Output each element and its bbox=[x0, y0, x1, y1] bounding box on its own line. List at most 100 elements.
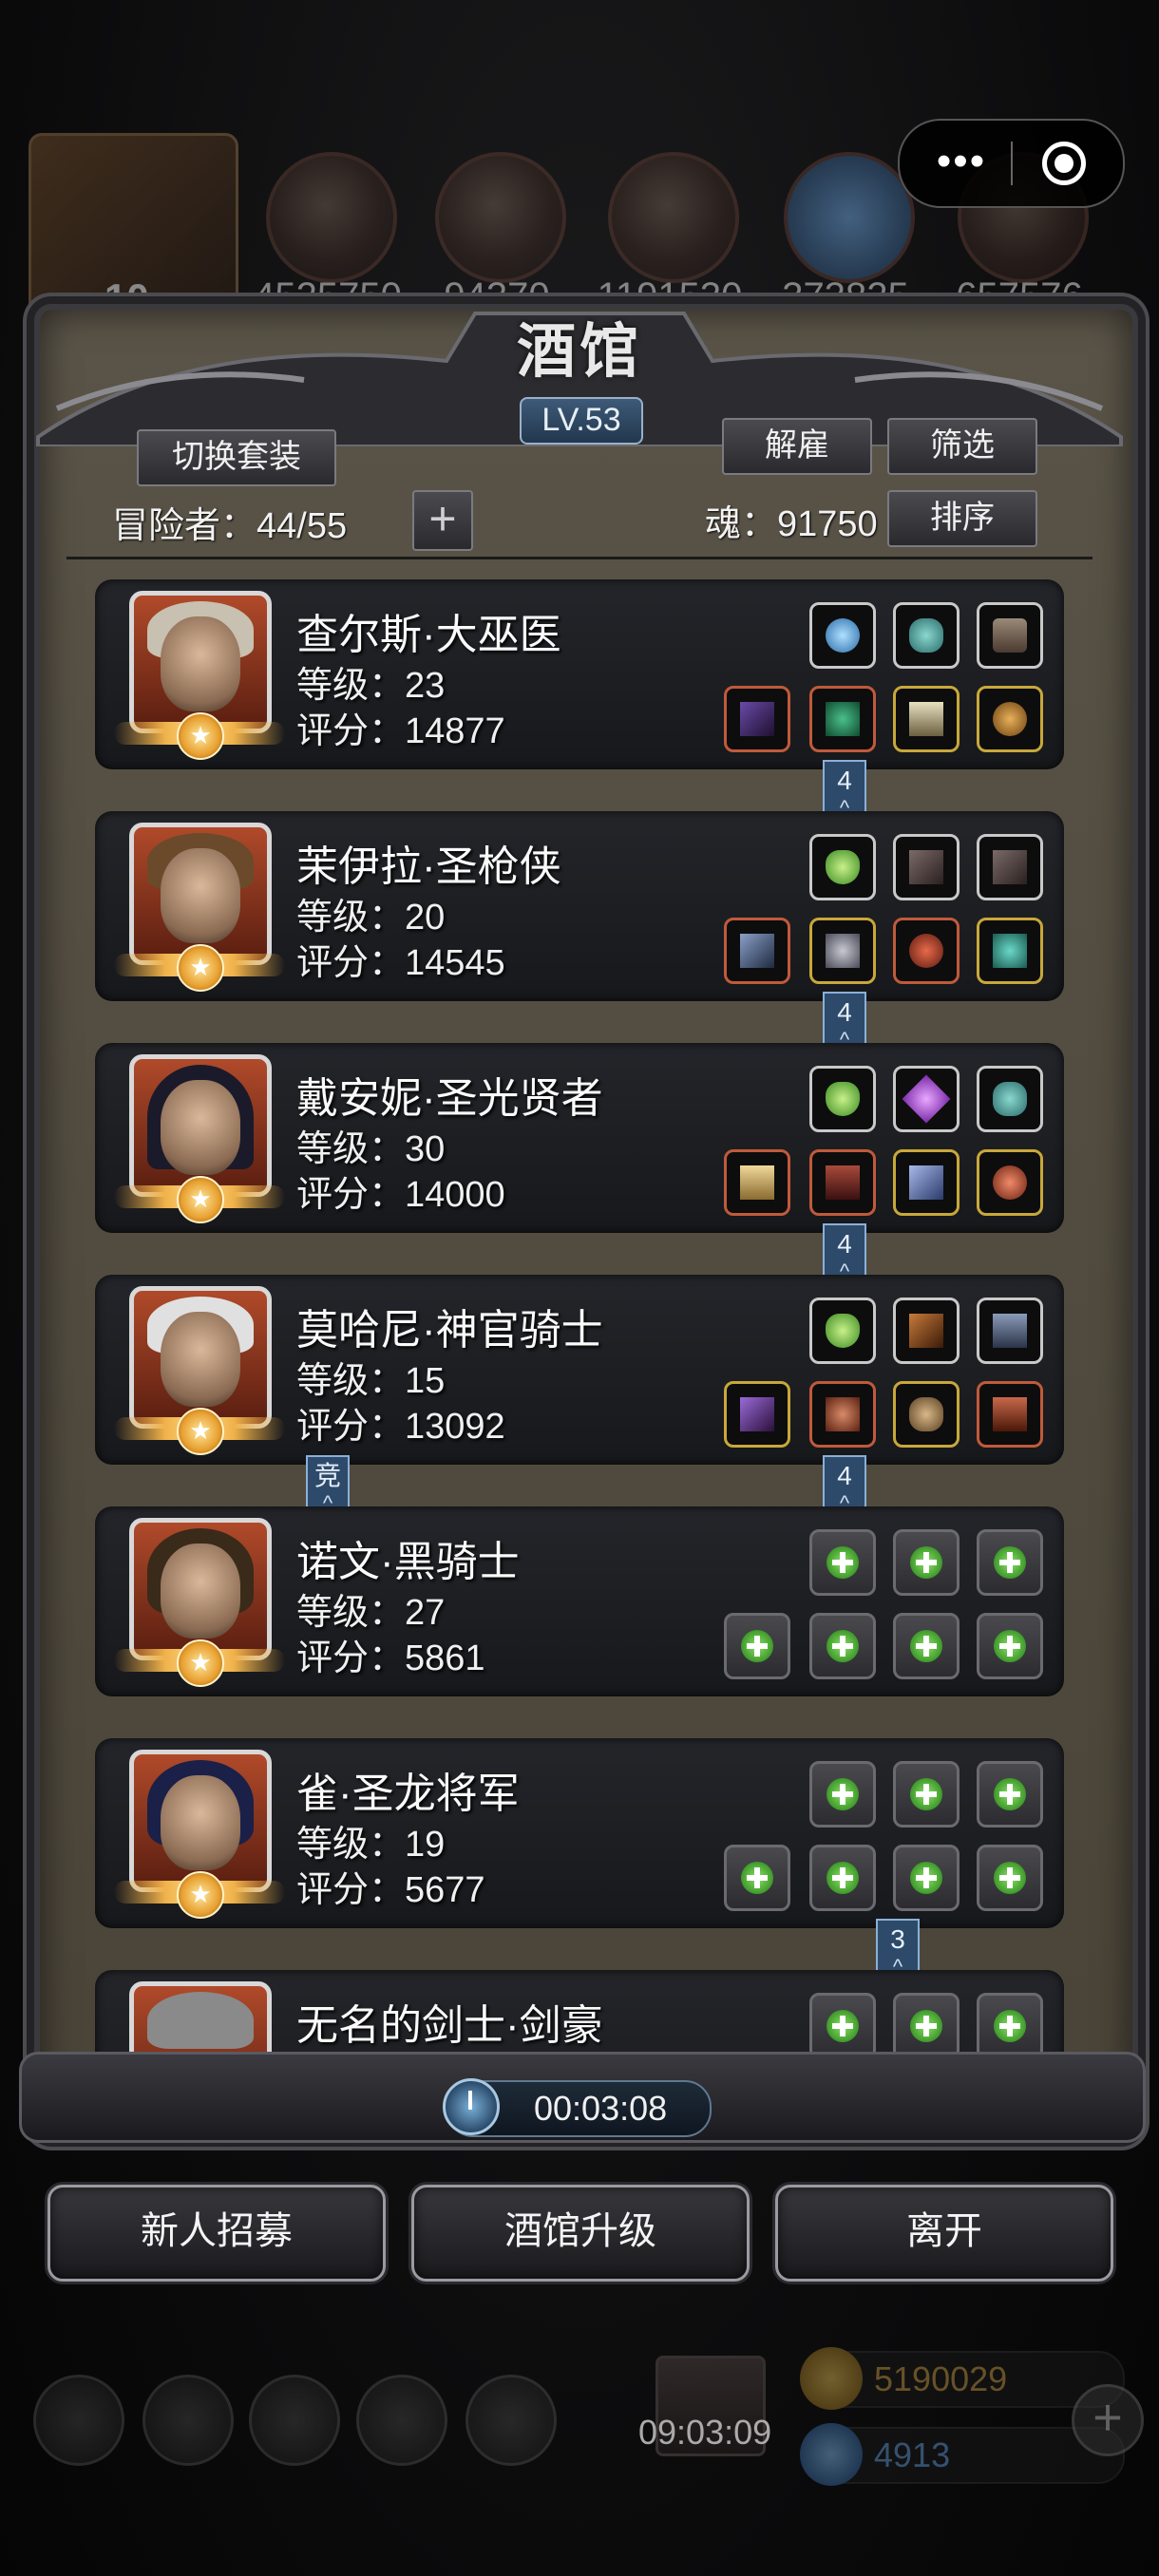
hero-card[interactable]: ★ 查尔斯·大巫医 等级：23 评分：14877 bbox=[95, 579, 1064, 769]
dismiss-button[interactable]: 解雇 bbox=[722, 418, 872, 475]
star-icon: ★ bbox=[177, 944, 224, 992]
close-target-icon[interactable] bbox=[1042, 142, 1086, 185]
robe-item-icon[interactable] bbox=[809, 1149, 876, 1216]
add-currency-icon: + bbox=[1072, 2384, 1144, 2456]
heart-amulet-icon[interactable] bbox=[977, 1149, 1043, 1216]
wand-rune-icon[interactable] bbox=[893, 1297, 960, 1364]
arena-tag: 竞 bbox=[306, 1455, 350, 1514]
add-rune-slot-icon[interactable] bbox=[809, 1761, 876, 1828]
green-crystal-icon[interactable] bbox=[809, 834, 876, 900]
hero-level: 等级：15 bbox=[296, 1361, 446, 1401]
star-icon: ★ bbox=[177, 712, 224, 760]
gear-count-tag: 4 bbox=[823, 1223, 866, 1282]
expand-capacity-button[interactable]: + bbox=[412, 490, 473, 551]
add-rune-slot-icon[interactable] bbox=[809, 1993, 876, 2052]
add-rune-slot-icon[interactable] bbox=[809, 1529, 876, 1596]
hero-score: 评分：13092 bbox=[296, 1407, 505, 1447]
purple-gem-icon[interactable] bbox=[893, 1066, 960, 1132]
wood-resource-icon bbox=[435, 152, 566, 283]
robe-item-icon[interactable] bbox=[809, 686, 876, 752]
bottom-hud: 5190029 4913 bbox=[0, 2346, 1159, 2536]
meat-resource-icon bbox=[266, 152, 397, 283]
add-accessory-slot-icon[interactable] bbox=[893, 1613, 960, 1679]
add-rune-slot-icon[interactable] bbox=[977, 1761, 1043, 1828]
gear-count-tag: 4 bbox=[823, 760, 866, 819]
recruit-button[interactable]: 新人招募 bbox=[48, 2185, 386, 2282]
hero-name: 茉伊拉·圣枪侠 bbox=[296, 843, 561, 890]
hammer-item-icon[interactable] bbox=[724, 1149, 790, 1216]
hero-name: 雀·圣龙将军 bbox=[296, 1771, 520, 1817]
leave-button[interactable]: 离开 bbox=[775, 2185, 1113, 2282]
hero-score: 评分：14877 bbox=[296, 711, 505, 751]
hero-name: 莫哈尼·神官骑士 bbox=[296, 1307, 603, 1354]
add-rune-slot-icon[interactable] bbox=[977, 1529, 1043, 1596]
add-rune-slot-icon[interactable] bbox=[893, 1993, 960, 2052]
iron-resource-icon bbox=[608, 152, 739, 283]
bracer-item-icon[interactable] bbox=[977, 918, 1043, 984]
add-weapon-slot-icon[interactable] bbox=[724, 1613, 790, 1679]
hero-level: 等级：30 bbox=[296, 1129, 446, 1169]
sort-button[interactable]: 排序 bbox=[887, 490, 1037, 547]
ring-item-icon[interactable] bbox=[977, 686, 1043, 752]
filter-button[interactable]: 筛选 bbox=[887, 418, 1037, 475]
green-crystal-icon[interactable] bbox=[809, 1066, 876, 1132]
miniprogram-capsule: ••• bbox=[898, 119, 1125, 208]
add-weapon-slot-icon[interactable] bbox=[724, 1845, 790, 1911]
green-crystal-icon[interactable] bbox=[809, 1297, 876, 1364]
hero-portrait bbox=[129, 1981, 272, 2052]
hero-name: 戴安妮·圣光贤者 bbox=[296, 1075, 603, 1122]
hero-card[interactable]: ★ 诺文·黑骑士 等级：27 评分：5861 bbox=[95, 1506, 1064, 1696]
star-icon: ★ bbox=[177, 1176, 224, 1223]
more-icon[interactable]: ••• bbox=[928, 138, 995, 185]
hero-level: 等级：19 bbox=[296, 1825, 446, 1865]
armor-item-icon[interactable] bbox=[809, 918, 876, 984]
achievement-icon bbox=[142, 2375, 234, 2466]
armor-item-icon[interactable] bbox=[809, 1381, 876, 1448]
add-rune-slot-icon[interactable] bbox=[893, 1529, 960, 1596]
skull-item-icon[interactable] bbox=[893, 1381, 960, 1448]
add-armor-slot-icon[interactable] bbox=[809, 1613, 876, 1679]
hero-score: 评分：5677 bbox=[296, 1870, 485, 1910]
guild-icon bbox=[249, 2375, 340, 2466]
trident-item-icon[interactable] bbox=[893, 1149, 960, 1216]
hero-card[interactable]: 无名的剑士·剑豪 bbox=[95, 1970, 1064, 2052]
star-icon: ★ bbox=[177, 1408, 224, 1455]
add-accessory-slot-icon[interactable] bbox=[893, 1845, 960, 1911]
hero-card[interactable]: ★ 茉伊拉·圣枪侠 等级：20 评分：14545 bbox=[95, 811, 1064, 1001]
spear-item-icon[interactable] bbox=[724, 918, 790, 984]
clock-icon bbox=[443, 2078, 500, 2135]
amulet-item-icon[interactable] bbox=[893, 686, 960, 752]
gem-value: 4913 bbox=[874, 2435, 951, 2474]
add-rune-slot-icon[interactable] bbox=[977, 1993, 1043, 2052]
stone-gem-icon[interactable] bbox=[977, 1066, 1043, 1132]
add-accessory-slot-icon[interactable] bbox=[977, 1845, 1043, 1911]
switch-outfit-button[interactable]: 切换套装 bbox=[137, 429, 336, 486]
hero-card[interactable]: ★ 戴安妮·圣光贤者 等级：30 评分：14000 bbox=[95, 1043, 1064, 1233]
add-accessory-slot-icon[interactable] bbox=[977, 1613, 1043, 1679]
gold-value: 5190029 bbox=[874, 2359, 1008, 2398]
timer-text: 00:03:08 bbox=[534, 2089, 668, 2128]
mace-item-icon[interactable] bbox=[724, 1381, 790, 1448]
book-item-icon[interactable] bbox=[977, 1381, 1043, 1448]
feather-rune-icon[interactable] bbox=[893, 834, 960, 900]
staff-item-icon[interactable] bbox=[724, 686, 790, 752]
add-armor-slot-icon[interactable] bbox=[809, 1845, 876, 1911]
star-icon: ★ bbox=[177, 1639, 224, 1687]
upgrade-tavern-button[interactable]: 酒馆升级 bbox=[411, 2185, 750, 2282]
hero-score: 评分：5861 bbox=[296, 1638, 485, 1678]
hero-card[interactable]: ★ 雀·圣龙将军 等级：19 评分：5677 bbox=[95, 1738, 1064, 1928]
hero-name: 无名的剑士·剑豪 bbox=[296, 2002, 603, 2049]
hero-card[interactable]: ★ 莫哈尼·神官骑士 等级：15 评分：13092 bbox=[95, 1275, 1064, 1465]
capsule-divider bbox=[1011, 142, 1013, 185]
feather-rune-icon[interactable] bbox=[977, 834, 1043, 900]
stone-gem-icon[interactable] bbox=[893, 602, 960, 669]
eye-amulet-icon[interactable] bbox=[893, 918, 960, 984]
gem-icon bbox=[800, 2423, 863, 2486]
tome-rune-icon[interactable] bbox=[977, 1297, 1043, 1364]
orb-gem-icon[interactable] bbox=[809, 602, 876, 669]
hero-list[interactable]: ★ 查尔斯·大巫医 等级：23 评分：14877 4 ★ 茉伊拉·圣枪侠 等级：… bbox=[86, 570, 1083, 2052]
armor-rune-icon[interactable] bbox=[977, 602, 1043, 669]
add-rune-slot-icon[interactable] bbox=[893, 1761, 960, 1828]
hero-name: 诺文·黑骑士 bbox=[296, 1539, 520, 1585]
gear-count-tag: 4 bbox=[823, 1455, 866, 1514]
